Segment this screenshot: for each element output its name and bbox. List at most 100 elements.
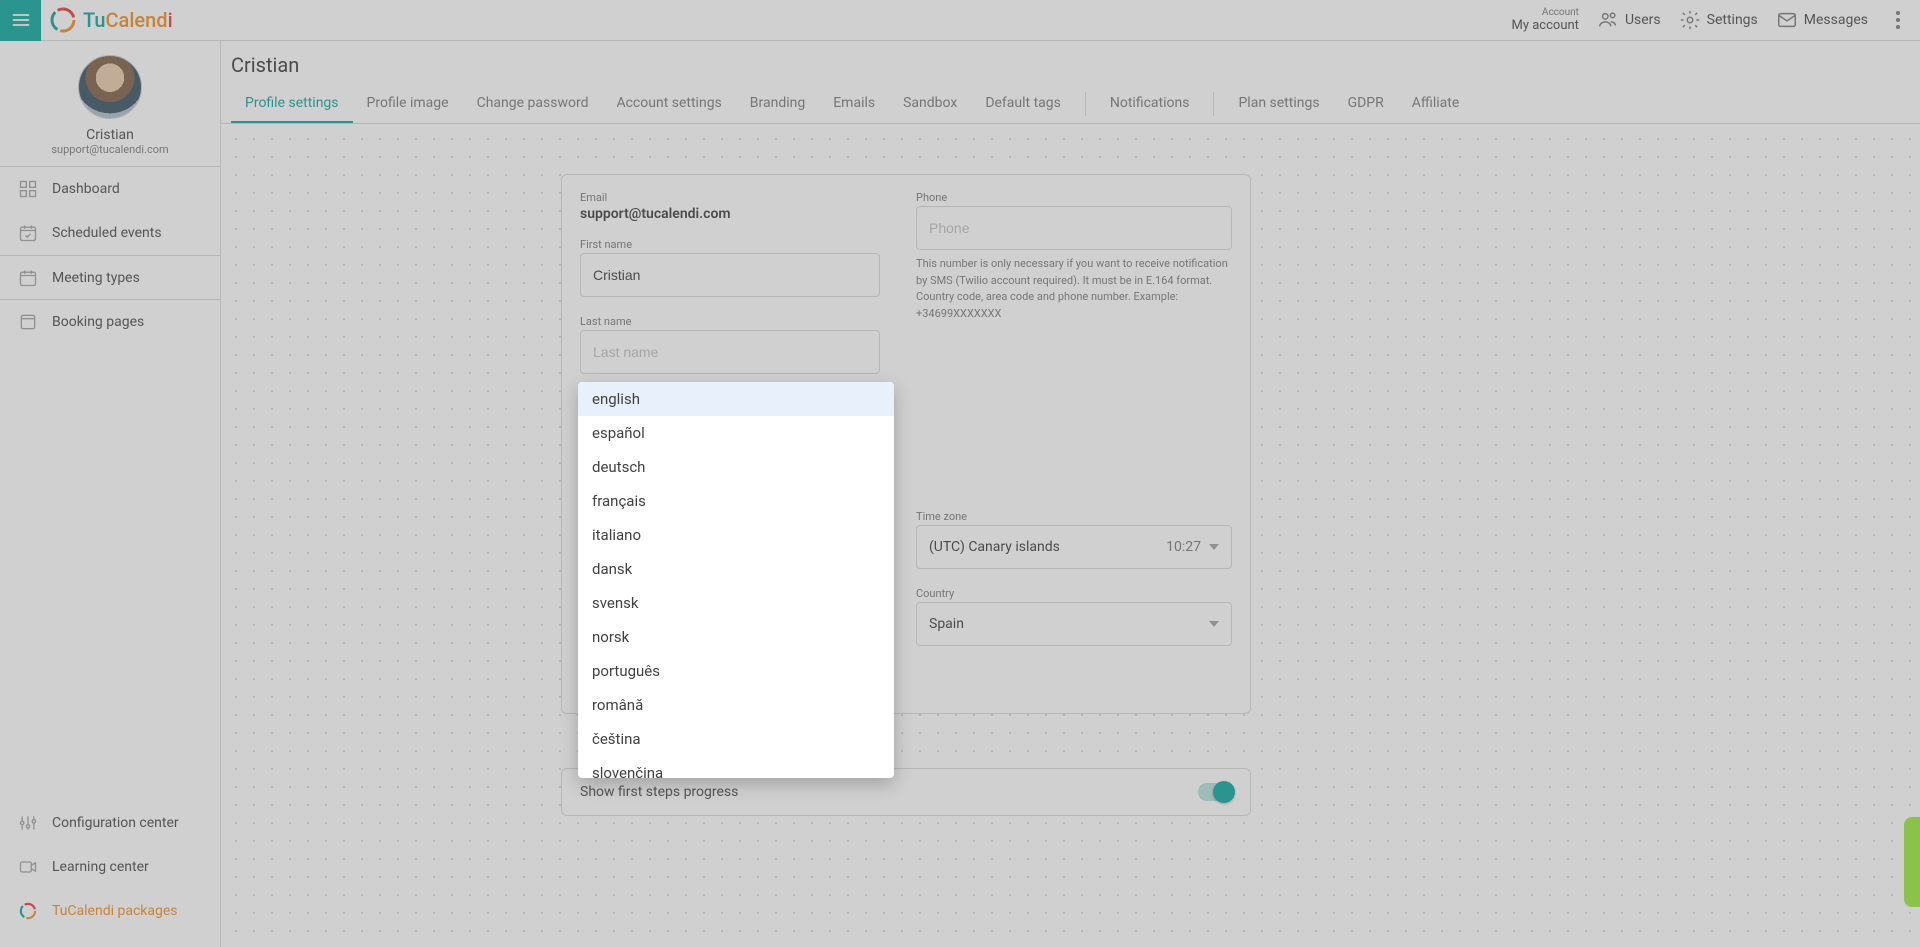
- sidebar-profile: Cristian support@tucalendi.com: [0, 41, 220, 167]
- tab-sandbox[interactable]: Sandbox: [889, 85, 971, 123]
- tabs: Profile settings Profile image Change pa…: [231, 85, 1910, 123]
- language-option[interactable]: italiano: [578, 518, 894, 552]
- sidebar: Cristian support@tucalendi.com Dashboard…: [0, 41, 221, 947]
- dots-vertical-icon: [1896, 11, 1900, 29]
- chevron-down-icon: [1209, 621, 1219, 627]
- chevron-down-icon: [1209, 544, 1219, 550]
- brand-text-1: Tu: [83, 8, 106, 32]
- language-option[interactable]: čeština: [578, 722, 894, 756]
- sidebar-item-dashboard[interactable]: Dashboard: [0, 167, 220, 211]
- timezone-time: 10:27: [1166, 539, 1201, 555]
- users-link[interactable]: Users: [1597, 9, 1661, 31]
- language-option[interactable]: deutsch: [578, 450, 894, 484]
- first-name-input[interactable]: [580, 253, 880, 297]
- work-area: Email support@tucalendi.com First name L…: [221, 124, 1920, 947]
- sidebar-bottom-nav: Configuration center Learning center TuC…: [0, 801, 220, 933]
- tab-affiliate[interactable]: Affiliate: [1398, 85, 1474, 123]
- timezone-select[interactable]: (UTC) Canary islands 10:27: [916, 525, 1232, 569]
- messages-link[interactable]: Messages: [1776, 9, 1868, 31]
- video-icon: [18, 857, 38, 877]
- timezone-value: (UTC) Canary islands: [929, 539, 1060, 555]
- country-label: Country: [916, 587, 1232, 600]
- sliders-icon: [18, 813, 38, 833]
- phone-label: Phone: [916, 191, 1232, 204]
- tab-notifications[interactable]: Notifications: [1096, 85, 1204, 123]
- main: Cristian Profile settings Profile image …: [221, 41, 1920, 947]
- tab-profile-settings[interactable]: Profile settings: [231, 85, 353, 123]
- country-value: Spain: [929, 616, 964, 632]
- tab-change-password[interactable]: Change password: [463, 85, 603, 123]
- sidebar-item-learning-center[interactable]: Learning center: [0, 845, 220, 889]
- tab-branding[interactable]: Branding: [736, 85, 819, 123]
- language-option[interactable]: français: [578, 484, 894, 518]
- tab-profile-image[interactable]: Profile image: [353, 85, 463, 123]
- tab-divider: [1213, 92, 1214, 116]
- brand-text-2: Calend: [106, 8, 168, 32]
- sidebar-profile-email: support@tucalendi.com: [0, 143, 220, 156]
- dashboard-icon: [18, 179, 38, 199]
- language-dropdown: english español deutsch français italian…: [578, 382, 894, 778]
- avatar[interactable]: [78, 55, 142, 119]
- email-value: support@tucalendi.com: [580, 206, 880, 222]
- account-small-label: Account: [1542, 8, 1579, 18]
- mail-icon: [1776, 9, 1798, 31]
- language-option[interactable]: english: [578, 382, 894, 416]
- tab-default-tags[interactable]: Default tags: [971, 85, 1075, 123]
- language-option[interactable]: slovenčina: [578, 756, 894, 778]
- last-name-label: Last name: [580, 315, 880, 328]
- tab-plan-settings[interactable]: Plan settings: [1224, 85, 1333, 123]
- settings-link[interactable]: Settings: [1679, 9, 1758, 31]
- brand[interactable]: TuCalendi: [49, 6, 173, 34]
- show-progress-label: Show first steps progress: [580, 784, 738, 800]
- language-option[interactable]: español: [578, 416, 894, 450]
- sidebar-profile-name: Cristian: [0, 127, 220, 143]
- first-name-label: First name: [580, 238, 880, 251]
- tab-emails[interactable]: Emails: [819, 85, 889, 123]
- hamburger-button[interactable]: [0, 0, 41, 41]
- language-option[interactable]: română: [578, 688, 894, 722]
- sidebar-item-label: TuCalendi packages: [52, 903, 178, 919]
- language-option[interactable]: norsk: [578, 620, 894, 654]
- sidebar-nav: Dashboard Scheduled events Meeting types…: [0, 167, 220, 343]
- tab-account-settings[interactable]: Account settings: [602, 85, 735, 123]
- feedback-tab[interactable]: [1904, 817, 1920, 907]
- language-option[interactable]: português: [578, 654, 894, 688]
- sidebar-item-label: Booking pages: [52, 314, 144, 330]
- sidebar-item-label: Meeting types: [52, 270, 140, 286]
- gear-icon: [1679, 9, 1701, 31]
- email-label: Email: [580, 191, 880, 204]
- calendar-icon: [18, 268, 38, 288]
- show-progress-toggle[interactable]: [1198, 783, 1232, 801]
- country-select[interactable]: Spain: [916, 602, 1232, 646]
- tab-gdpr[interactable]: GDPR: [1334, 85, 1398, 123]
- sidebar-item-config-center[interactable]: Configuration center: [0, 801, 220, 845]
- language-option[interactable]: dansk: [578, 552, 894, 586]
- account-label: My account: [1512, 18, 1579, 33]
- users-icon: [1597, 9, 1619, 31]
- more-menu[interactable]: [1886, 11, 1910, 29]
- phone-hint: This number is only necessary if you wan…: [916, 256, 1232, 322]
- brand-logo-icon: [49, 6, 77, 34]
- timezone-label: Time zone: [916, 510, 1232, 523]
- phone-input[interactable]: [916, 206, 1232, 250]
- brand-text-3: i: [168, 8, 173, 32]
- topbar-right: Account My account Users Settings Messag…: [1512, 0, 1920, 40]
- sidebar-item-label: Learning center: [52, 859, 149, 875]
- sidebar-item-label: Scheduled events: [52, 225, 162, 241]
- packages-icon: [18, 901, 38, 921]
- sidebar-item-scheduled[interactable]: Scheduled events: [0, 211, 220, 255]
- sidebar-item-label: Configuration center: [52, 815, 179, 831]
- language-option[interactable]: svensk: [578, 586, 894, 620]
- sidebar-item-meeting-types[interactable]: Meeting types: [0, 255, 220, 299]
- main-header: Cristian Profile settings Profile image …: [221, 41, 1920, 124]
- sidebar-item-packages[interactable]: TuCalendi packages: [0, 889, 220, 933]
- account-menu[interactable]: Account My account: [1512, 8, 1579, 33]
- page-title: Cristian: [231, 53, 1910, 77]
- hamburger-icon: [11, 10, 31, 30]
- sidebar-item-booking-pages[interactable]: Booking pages: [0, 299, 220, 343]
- last-name-input[interactable]: [580, 330, 880, 374]
- sidebar-item-label: Dashboard: [52, 181, 120, 197]
- topbar: TuCalendi Account My account Users Setti…: [0, 0, 1920, 41]
- page-icon: [18, 312, 38, 332]
- tab-divider: [1085, 92, 1086, 116]
